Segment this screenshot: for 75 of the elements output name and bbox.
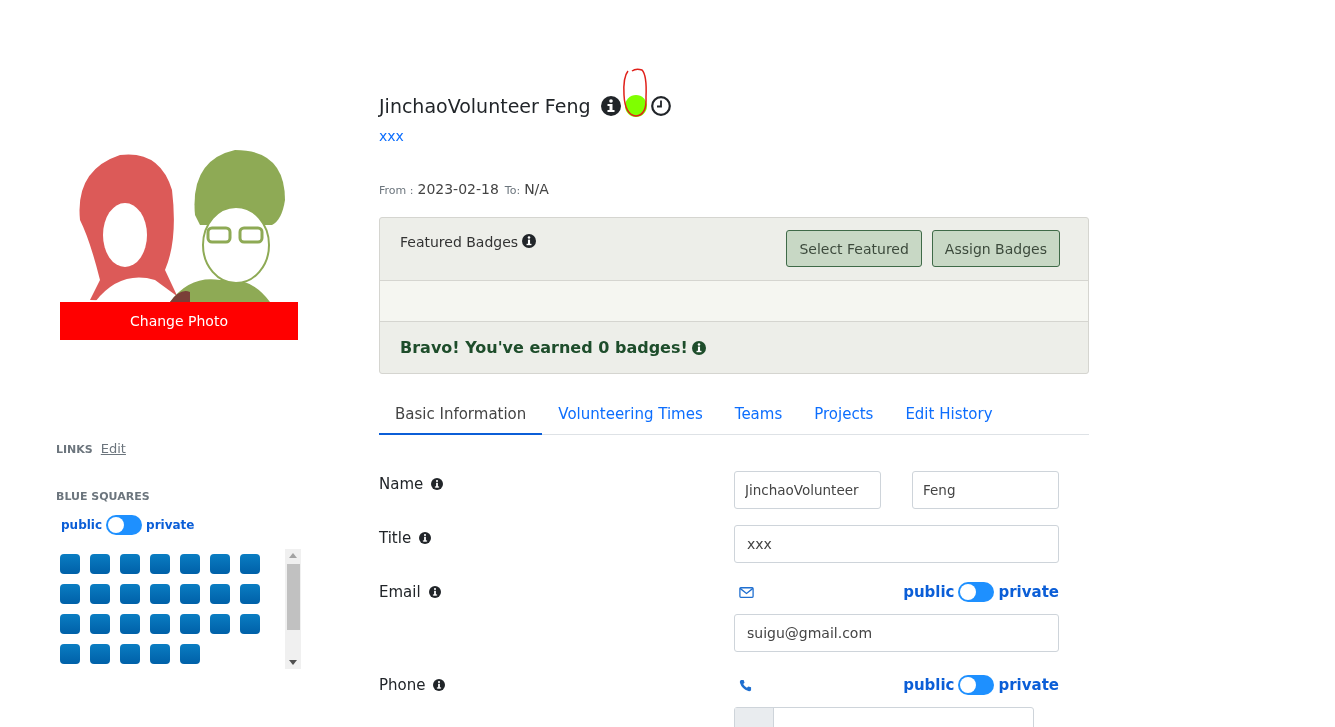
public-label: public — [61, 518, 103, 532]
scroll-down-icon[interactable] — [289, 660, 297, 665]
job-title: xxx — [379, 128, 405, 144]
square-mark[interactable] — [180, 614, 200, 634]
to-date: N/A — [524, 181, 549, 197]
square-mark[interactable] — [180, 644, 200, 664]
square-mark[interactable] — [90, 584, 110, 604]
square-mark[interactable] — [180, 554, 200, 574]
square-mark[interactable] — [240, 554, 260, 574]
clock-icon[interactable] — [650, 96, 671, 116]
name-field[interactable]: JinchaoVolunteer — [734, 471, 881, 509]
square-mark[interactable] — [150, 584, 170, 604]
private-label: private — [146, 518, 195, 532]
private-label: private — [998, 676, 1059, 694]
square-mark[interactable] — [150, 644, 170, 664]
tab[interactable]: Teams — [718, 395, 799, 435]
square-mark[interactable] — [120, 584, 140, 604]
square-mark[interactable] — [240, 584, 260, 604]
scrollbar[interactable] — [285, 549, 301, 669]
badge-button[interactable]: Assign Badges — [931, 230, 1060, 267]
square-mark[interactable] — [210, 614, 230, 634]
user-name: JinchaoVolunteer Feng — [379, 95, 591, 117]
privacy-switch[interactable] — [958, 582, 995, 602]
square-mark[interactable] — [150, 614, 170, 634]
phone-icon — [739, 678, 752, 692]
from-date: 2023-02-18 — [417, 181, 499, 197]
to-label: To: — [504, 184, 521, 197]
square-mark[interactable] — [180, 584, 200, 604]
info-icon[interactable] — [431, 478, 444, 490]
field-label: Title — [379, 529, 412, 547]
square-mark[interactable] — [90, 614, 110, 634]
tab[interactable]: Projects — [798, 395, 890, 435]
square-mark[interactable] — [90, 644, 110, 664]
info-icon[interactable] — [428, 586, 441, 598]
square-mark[interactable] — [210, 584, 230, 604]
public-label: public — [903, 583, 955, 601]
square-mark[interactable] — [210, 554, 230, 574]
info-icon[interactable] — [522, 234, 537, 248]
square-mark[interactable] — [240, 614, 260, 634]
square-mark[interactable] — [120, 554, 140, 574]
scroll-up-icon[interactable] — [289, 553, 297, 558]
info-icon[interactable] — [433, 679, 446, 691]
square-mark[interactable] — [60, 644, 80, 664]
field-label: Phone — [379, 676, 426, 694]
square-mark[interactable] — [60, 554, 80, 574]
field-label: Name — [379, 475, 424, 493]
from-label: From : — [379, 184, 414, 197]
tab[interactable]: Basic Information — [379, 395, 543, 435]
badge-button[interactable]: Select Featured — [786, 230, 922, 267]
tab[interactable]: Volunteering Times — [542, 395, 719, 435]
edit-link[interactable]: Edit — [100, 441, 126, 456]
envelope-icon — [739, 586, 754, 598]
square-mark[interactable] — [90, 554, 110, 574]
square-mark[interactable] — [120, 614, 140, 634]
privacy-switch[interactable] — [106, 515, 143, 535]
featured-badges-title: Featured Badges — [400, 234, 519, 250]
field-label: Email — [379, 583, 421, 601]
title-field[interactable]: xxx — [734, 525, 1059, 563]
links-heading: LINKS — [56, 443, 93, 456]
private-label: private — [998, 583, 1059, 601]
tab[interactable]: Edit History — [889, 395, 1009, 435]
square-mark[interactable] — [60, 584, 80, 604]
change-photo-button[interactable]: Change Photo — [60, 302, 298, 340]
email-field[interactable]: suigu@gmail.com — [734, 614, 1059, 652]
info-icon[interactable] — [419, 532, 432, 544]
info-icon[interactable] — [691, 340, 706, 355]
square-mark[interactable] — [60, 614, 80, 634]
info-icon[interactable] — [600, 96, 621, 116]
square-mark[interactable] — [150, 554, 170, 574]
section-heading: BLUE SQUARES — [56, 490, 151, 503]
square-mark[interactable] — [120, 644, 140, 664]
public-label: public — [903, 676, 955, 694]
earned-badges-message: Bravo! You've earned 0 badges! — [400, 338, 688, 357]
name-field[interactable]: Feng — [912, 471, 1059, 509]
privacy-switch[interactable] — [958, 675, 995, 695]
